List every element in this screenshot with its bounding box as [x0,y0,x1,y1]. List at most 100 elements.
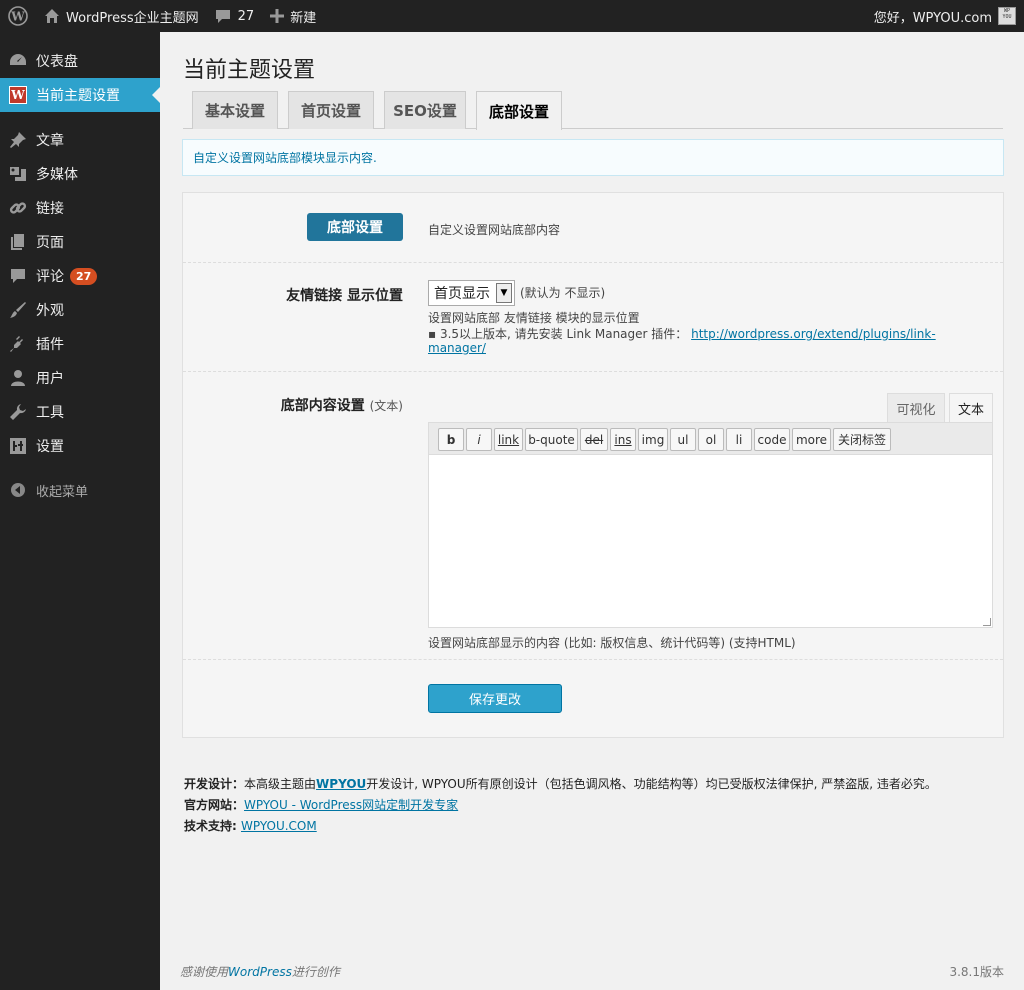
info-notice: 自定义设置网站底部模块显示内容. [182,139,1004,176]
sidebar-item-media[interactable]: 多媒体 [0,157,160,191]
sidebar-item-settings[interactable]: 设置 [0,429,160,463]
tab-basic[interactable]: 基本设置 [192,91,278,129]
comment-icon [0,267,36,285]
links-desc-1: 设置网站底部 友情链接 模块的显示位置 [428,311,640,325]
sidebar-item-label: 插件 [36,337,64,353]
section-header-button[interactable]: 底部设置 [307,213,403,241]
sidebar-item-dashboard[interactable]: 仪表盘 [0,44,160,78]
footer-content-label: 底部内容设置 (文本) [281,395,403,415]
sidebar-item-tools[interactable]: 工具 [0,395,160,429]
sidebar-item-comments[interactable]: 评论 27 [0,259,160,293]
wordpress-link[interactable]: WordPress [228,965,292,979]
save-button[interactable]: 保存更改 [428,684,562,713]
link-manager-link[interactable]: http://wordpress.org/extend/plugins/link… [691,327,936,341]
links-position-select[interactable]: 首页显示 ▼ [428,280,515,306]
tab-seo[interactable]: SEO设置 [384,91,466,129]
sidebar-item-label: 外观 [36,303,64,319]
footer-content-label-text: 底部内容设置 [280,398,365,414]
links-desc-2-text: ▪ 3.5以上版本, 请先安装 Link Manager 插件： [428,327,688,341]
admin-bar: W WordPress企业主题网 27 新建 您好，WPYOU.com WP Y… [0,0,1024,32]
links-desc-3: manager/ [428,341,486,355]
qt-img-button[interactable]: img [638,428,668,451]
links-position-label: 友情链接 显示位置 [286,288,403,304]
default-hint: (默认为 不显示) [520,286,606,300]
qt-link-button[interactable]: link [494,428,523,451]
sidebar-item-label: 设置 [36,439,64,455]
footer-content-label-sub: (文本) [369,399,403,413]
sidebar-item-label: 多媒体 [36,167,78,183]
chevron-down-icon: ▼ [496,283,512,303]
editor-tab-text[interactable]: 文本 [949,393,993,423]
row-divider [183,371,1003,372]
comments-link[interactable]: 27 [207,0,263,32]
pages-icon [0,233,36,251]
settings-icon [0,437,36,455]
official-site-link[interactable]: WPYOU - WordPress网站定制开发专家 [244,798,458,812]
wrench-icon [0,403,36,421]
credits-support: 技术支持: WPYOU.COM [184,817,317,834]
support-link[interactable]: WPYOU.COM [241,819,317,833]
qt-li-button[interactable]: li [726,428,752,451]
link-manager-link-cont[interactable]: manager/ [428,341,486,355]
sidebar-item-posts[interactable]: 文章 [0,123,160,157]
plus-icon [270,9,285,23]
qt-bquote-button[interactable]: b-quote [525,428,578,451]
wordpress-logo-icon[interactable]: W [0,0,36,32]
collapse-label: 收起菜单 [36,484,89,500]
account-menu[interactable]: 您好，WPYOU.com WP YOU [874,7,1024,26]
notice-text: 自定义设置网站底部模块显示内容. [193,151,377,165]
sidebar-item-plugins[interactable]: 插件 [0,327,160,361]
row-divider [183,659,1003,660]
resize-grip-icon[interactable] [983,618,991,626]
new-content-link[interactable]: 新建 [262,0,324,32]
qt-ins-button[interactable]: ins [610,428,636,451]
sidebar-item-label: 页面 [36,235,64,251]
qt-ol-button[interactable]: ol [698,428,724,451]
sidebar-item-users[interactable]: 用户 [0,361,160,395]
plugin-icon [0,335,36,353]
sidebar-item-label: 仪表盘 [36,54,78,70]
collapse-menu-button[interactable]: 收起菜单 [0,473,160,507]
row-divider [183,262,1003,263]
credits-site: 官方网站：WPYOU - WordPress网站定制开发专家 [184,796,458,813]
qt-italic-button[interactable]: i [466,428,492,451]
sidebar-item-pages[interactable]: 页面 [0,225,160,259]
sidebar-item-label: 当前主题设置 [36,88,120,104]
settings-panel: 底部设置 自定义设置网站底部内容 友情链接 显示位置 首页显示 ▼ (默认为 不… [182,192,1004,738]
footer-thanks: 感谢使用WordPress进行创作 [180,963,340,980]
user-icon [0,369,36,387]
footer-content-textarea[interactable] [428,454,993,628]
site-label: 官方网站： [184,798,245,812]
version-text: 3.8.1版本 [949,965,1004,979]
editor-tab-visual[interactable]: 可视化 [887,393,945,423]
sidebar-item-label: 用户 [36,371,64,387]
tab-homepage[interactable]: 首页设置 [288,91,374,129]
site-name: WordPress企业主题网 [66,10,199,26]
qt-bold-button[interactable]: b [438,428,464,451]
main-content: 当前主题设置 基本设置 首页设置 SEO设置 底部设置 自定义设置网站底部模块显… [160,32,1024,990]
sidebar-item-appearance[interactable]: 外观 [0,293,160,327]
sidebar-item-theme-settings[interactable]: W 当前主题设置 [0,78,160,112]
site-name-link[interactable]: WordPress企业主题网 [36,0,207,32]
design-post: 开发设计, WPYOU所有原创设计（包括色调风格、功能结构等）均已受版权法律保护… [366,777,937,791]
qt-ul-button[interactable]: ul [670,428,696,451]
comment-bubble-icon [215,8,231,24]
page-title: 当前主题设置 [183,58,316,83]
new-label: 新建 [290,10,317,26]
qt-code-button[interactable]: code [754,428,790,451]
brush-icon [0,301,36,319]
sidebar-item-label: 评论 [36,269,64,285]
credits-design: 开发设计：本高级主题由WPYOU开发设计, WPYOU所有原创设计（包括色调风格… [184,775,937,792]
sidebar-item-links[interactable]: 链接 [0,191,160,225]
design-pre: 本高级主题由 [244,777,317,791]
tab-footer[interactable]: 底部设置 [476,91,562,130]
qt-close-tags-button[interactable]: 关闭标签 [833,428,891,451]
wpyou-brand-link[interactable]: WPYOU [316,777,366,791]
sidebar-item-label: 工具 [36,405,64,421]
section-description: 自定义设置网站底部内容 [428,223,561,237]
qt-del-button[interactable]: del [580,428,608,451]
admin-sidebar: 仪表盘 W 当前主题设置 文章 多媒体 链接 页面 评论 27 外观 插件 用户… [0,32,160,990]
qt-more-button[interactable]: more [792,428,831,451]
sidebar-item-label: 链接 [36,201,64,217]
home-icon [44,8,60,24]
